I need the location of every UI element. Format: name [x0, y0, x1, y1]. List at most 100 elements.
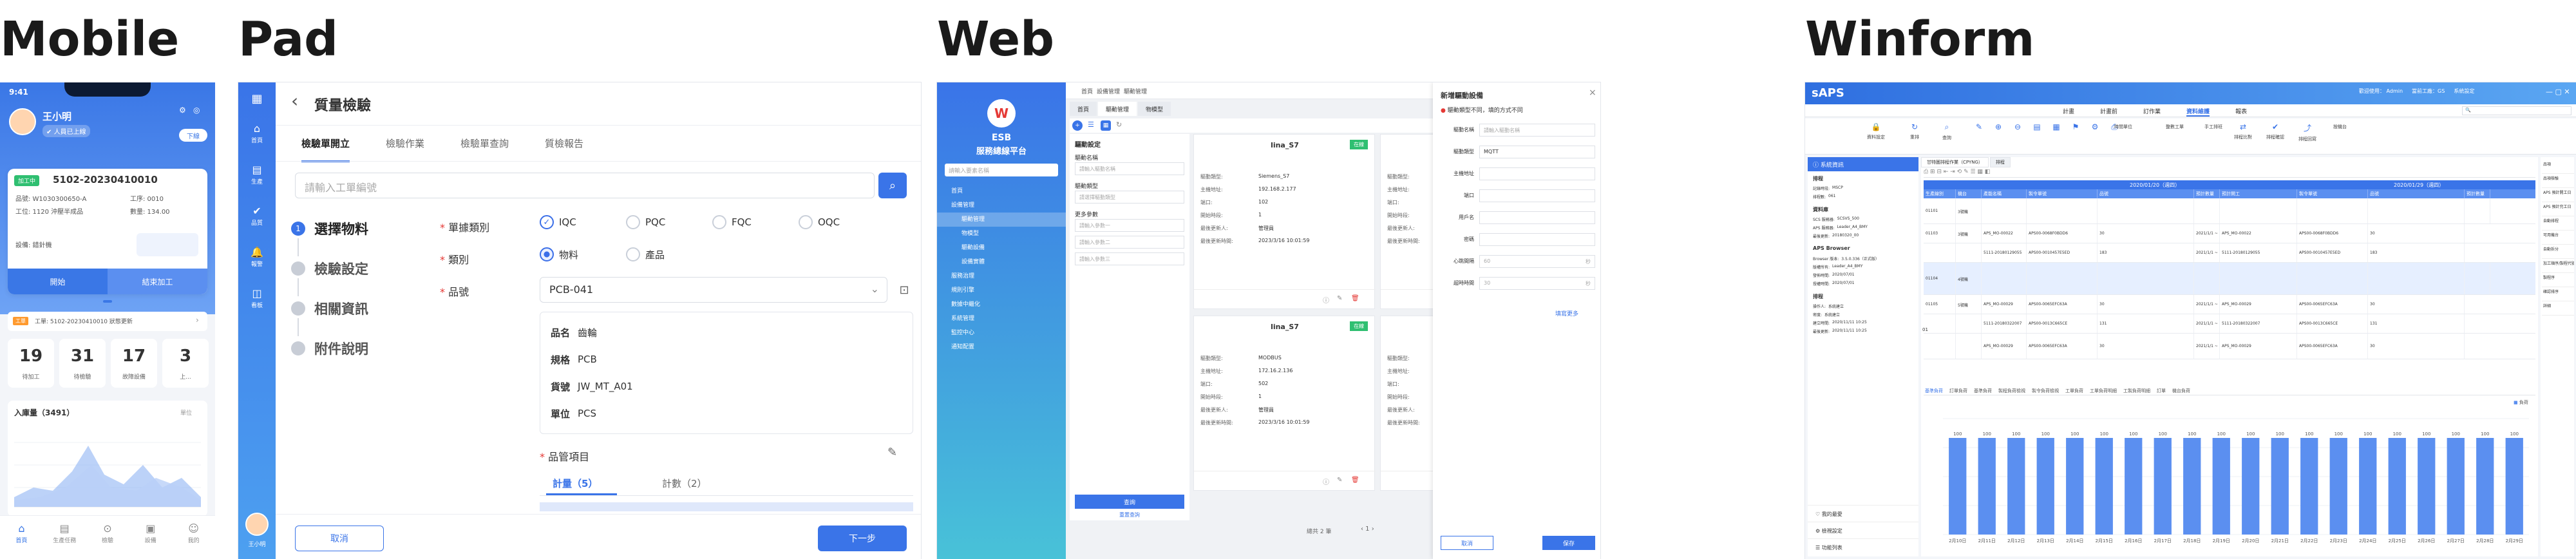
- column-header[interactable]: 製令單號: [2027, 189, 2098, 198]
- add-icon[interactable]: +: [1072, 120, 1083, 131]
- filter-name-input[interactable]: 請輸入驅動名稱: [1075, 162, 1184, 175]
- drawer-field-input[interactable]: [1479, 167, 1595, 180]
- pad-tab[interactable]: 檢驗單開立: [301, 137, 350, 162]
- info-icon[interactable]: ⓘ: [1323, 295, 1329, 305]
- ribbon-option[interactable]: 整數工單: [2166, 124, 2184, 130]
- bar[interactable]: [1978, 438, 1996, 535]
- menu-item[interactable]: 首頁: [937, 184, 1066, 198]
- breadcrumb-item[interactable]: 設備管理: [1097, 87, 1120, 95]
- param2-input[interactable]: 請輸入參數二: [1075, 236, 1184, 249]
- category-option[interactable]: 物料: [540, 247, 595, 261]
- menu-tab[interactable]: 計畫前: [2100, 107, 2117, 117]
- nav-item[interactable]: ☺ 我的: [172, 516, 215, 559]
- bar[interactable]: [1949, 438, 1967, 535]
- property-field[interactable]: 品項檢驗: [2542, 174, 2574, 188]
- ribbon-tool[interactable]: 🔒 資料設定: [1863, 122, 1889, 140]
- notice-bar[interactable]: 工單 工單: 5102-20230410010 狀態更新 ›: [8, 312, 207, 331]
- part-select[interactable]: PCB-041 ⌄: [540, 277, 887, 303]
- menu-item[interactable]: 規則引擎: [937, 283, 1066, 298]
- bar[interactable]: [2418, 438, 2436, 535]
- property-field[interactable]: 自動排程: [2542, 216, 2574, 231]
- bar[interactable]: [2095, 438, 2113, 535]
- menu-tab[interactable]: 訂作業: [2143, 107, 2161, 117]
- pad-tab[interactable]: 檢驗作業: [386, 137, 424, 162]
- left-bottom-item[interactable]: ♡ 我的最愛: [1808, 505, 1918, 522]
- property-field[interactable]: 確認排序: [2542, 287, 2574, 301]
- pad-tab[interactable]: 質檢報告: [545, 137, 583, 162]
- ribbon-tool[interactable]: ⇄ 排程比對: [2230, 122, 2256, 140]
- bar[interactable]: [2066, 438, 2084, 535]
- property-field[interactable]: 加工順序/製程代號: [2542, 259, 2574, 273]
- tab-measure[interactable]: 計量（5）: [553, 477, 598, 490]
- stat-card[interactable]: 3 上...: [162, 339, 209, 388]
- start-button[interactable]: 開始: [8, 269, 108, 294]
- doc-type-option[interactable]: ✓ IQC: [540, 215, 595, 229]
- load-tab[interactable]: 工製負荷明細: [2122, 386, 2152, 395]
- delete-icon[interactable]: 🗑: [1351, 477, 1359, 484]
- bar[interactable]: [2388, 438, 2406, 535]
- left-bottom-item[interactable]: ⚙ 檢視設定: [1808, 522, 1918, 538]
- ribbon-tool[interactable]: ⤴ 排程回寫: [2295, 122, 2320, 142]
- menu-tab[interactable]: 報表: [2235, 107, 2247, 117]
- breadcrumb-item[interactable]: 首頁: [1081, 87, 1093, 95]
- category-option[interactable]: 產品: [626, 247, 681, 261]
- table-row[interactable]: 01101 3號機: [1924, 198, 2535, 224]
- back-icon[interactable]: ‹: [291, 90, 298, 111]
- web-tab[interactable]: 首頁: [1070, 102, 1097, 116]
- edit-icon[interactable]: ✎: [887, 446, 897, 459]
- driver-card[interactable]: lina_S7 在線 驅動類型: Siemens_S7 主機地址: 192.168.2.1…: [1193, 134, 1376, 309]
- logout-button[interactable]: 下線: [179, 129, 207, 142]
- drawer-field-input[interactable]: 請輸入驅動名稱: [1479, 124, 1595, 137]
- menu-item[interactable]: 通知配置: [937, 340, 1066, 354]
- bar[interactable]: [2007, 438, 2025, 535]
- table-row[interactable]: 01105 5號機 APS_MO-00029 APS00-0065EFC63A 30 20…: [1924, 295, 2535, 314]
- property-field[interactable]: 詳細: [2542, 301, 2574, 316]
- cancel-button[interactable]: 取消: [295, 526, 384, 551]
- property-field[interactable]: 製程序: [2542, 273, 2574, 287]
- load-tab[interactable]: 訂單: [2155, 386, 2167, 395]
- tab-count[interactable]: 計數（2）: [662, 477, 707, 490]
- pager-nav[interactable]: ‹ 1 ›: [1361, 526, 1374, 533]
- menu-item[interactable]: 設備管理: [937, 198, 1066, 213]
- query-button[interactable]: 查詢: [1075, 495, 1184, 509]
- menu-tab[interactable]: 計畫: [2063, 107, 2074, 117]
- doc-type-option[interactable]: OQC: [799, 215, 854, 229]
- column-header[interactable]: 預計數量: [2194, 189, 2220, 198]
- column-header[interactable]: 生產線別: [1924, 189, 1956, 198]
- drawer-field-input[interactable]: MQTT: [1479, 146, 1595, 158]
- menu-item[interactable]: 驅動管理: [937, 213, 1066, 227]
- ribbon-tool[interactable]: ↻ 重排: [1902, 122, 1927, 140]
- bar[interactable]: [2329, 438, 2347, 535]
- apps-icon[interactable]: ▦: [247, 89, 267, 108]
- drawer-field-input[interactable]: 30 秒: [1479, 277, 1595, 290]
- bar[interactable]: [2036, 438, 2054, 535]
- menu-item[interactable]: 監控中心: [937, 326, 1066, 340]
- close-icon[interactable]: ×: [1589, 88, 1596, 98]
- edit-icon[interactable]: ✎: [1337, 477, 1342, 484]
- nav-item[interactable]: ⌂ 首頁: [0, 516, 43, 559]
- pad-tab[interactable]: 檢驗單查詢: [460, 137, 509, 162]
- grid-icon[interactable]: ▦: [1101, 120, 1111, 131]
- bar[interactable]: [2300, 438, 2318, 535]
- column-header[interactable]: 品號: [2098, 189, 2194, 198]
- bar[interactable]: [2125, 438, 2143, 535]
- menu-tab[interactable]: 資料維護: [2186, 107, 2210, 117]
- bar[interactable]: [2271, 438, 2289, 535]
- property-field[interactable]: APS 預計完工日: [2542, 202, 2574, 216]
- ribbon-option[interactable]: 手工排班: [2204, 124, 2222, 130]
- column-header[interactable]: 產能名稱: [1982, 189, 2027, 198]
- load-tab[interactable]: 製令負荷檢視: [2031, 386, 2060, 395]
- table-row[interactable]: APS_MO-00029 APS00-0065EFC63A 30 2021/1/1 ~…: [1924, 334, 2535, 359]
- finish-button[interactable]: 結束加工: [108, 269, 207, 294]
- gantt-toolbar-icons[interactable]: ⎙ ⊞ ⊟ ⇤ ⇥ ⟲ ✎ ☰ ▦ ◧: [1924, 169, 2535, 178]
- menu-item[interactable]: 系統管理: [937, 312, 1066, 326]
- left-bottom-item[interactable]: ☰ 功能列表: [1808, 538, 1918, 555]
- nav-item[interactable]: ⊙ 檢驗: [86, 516, 129, 559]
- info-icon[interactable]: ⓘ: [1323, 477, 1329, 486]
- drawer-field-input[interactable]: 60 秒: [1479, 255, 1595, 268]
- scan-icon[interactable]: ◎: [193, 106, 200, 115]
- reset-link[interactable]: 重置查詢: [1070, 511, 1189, 518]
- load-tab[interactable]: 基準負荷: [1973, 386, 1993, 395]
- property-field[interactable]: APS 預計開工日: [2542, 188, 2574, 202]
- workorder-search-input[interactable]: 請輸入工單編號: [295, 173, 875, 198]
